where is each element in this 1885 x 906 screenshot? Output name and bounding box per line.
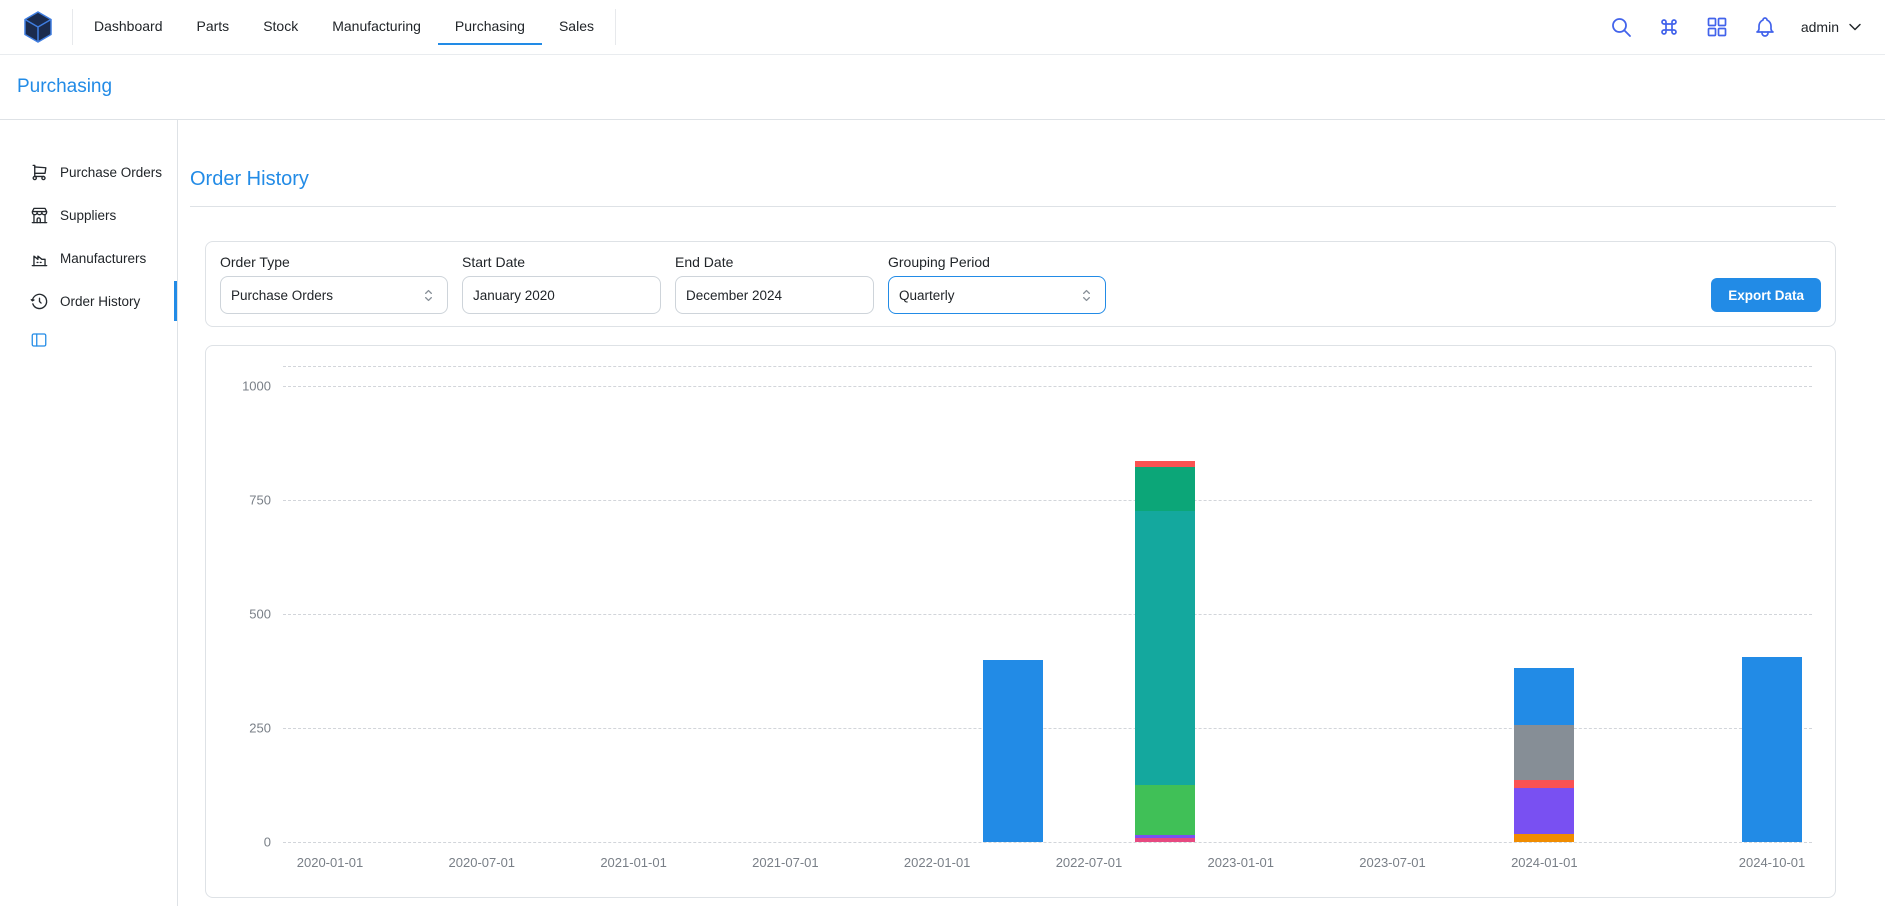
main-panel: Order History Order Type Purchase Orders… bbox=[178, 120, 1885, 906]
gridline bbox=[283, 842, 1812, 843]
x-tick-label: 2024-10-01 bbox=[1739, 855, 1806, 870]
gridline bbox=[283, 614, 1812, 615]
bar-segment bbox=[1742, 657, 1802, 842]
x-tick-label: 2022-07-01 bbox=[1056, 855, 1123, 870]
chevron-updown-icon bbox=[1078, 287, 1095, 304]
stacked-bar-2022-10-01[interactable] bbox=[1135, 366, 1195, 842]
plot-top-line bbox=[283, 366, 1812, 367]
top-navbar: Dashboard Parts Stock Manufacturing Purc… bbox=[0, 0, 1885, 55]
order-type-field: Order Type Purchase Orders bbox=[220, 254, 448, 314]
chart-plot: 025050075010002020-01-012020-07-012021-0… bbox=[283, 366, 1812, 842]
tab-dashboard[interactable]: Dashboard bbox=[77, 9, 180, 45]
bar-segment bbox=[1514, 788, 1574, 834]
bar-segment bbox=[1135, 835, 1195, 838]
grouping-period-select[interactable]: Quarterly bbox=[888, 276, 1106, 314]
end-date-input[interactable] bbox=[675, 276, 874, 314]
start-date-label: Start Date bbox=[462, 254, 661, 270]
x-tick-label: 2021-01-01 bbox=[600, 855, 667, 870]
y-tick-label: 250 bbox=[249, 721, 271, 736]
bar-segment bbox=[1514, 668, 1574, 725]
start-date-input[interactable] bbox=[462, 276, 661, 314]
tab-parts[interactable]: Parts bbox=[180, 9, 247, 45]
sidebar-item-label: Purchase Orders bbox=[60, 165, 162, 180]
gridline bbox=[283, 386, 1812, 387]
sidebar-item-purchase-orders[interactable]: Purchase Orders bbox=[0, 152, 177, 192]
gridline bbox=[283, 500, 1812, 501]
sidebar-item-order-history[interactable]: Order History bbox=[0, 281, 177, 321]
bell-icon[interactable] bbox=[1753, 15, 1777, 39]
x-tick-label: 2023-07-01 bbox=[1359, 855, 1426, 870]
layout-sidebar-icon[interactable] bbox=[30, 331, 48, 349]
navbar-actions: admin bbox=[1609, 15, 1865, 39]
chevron-down-icon bbox=[1845, 17, 1865, 37]
bar-segment bbox=[1514, 725, 1574, 780]
sidebar: Purchase Orders Suppliers Manufacturers bbox=[0, 120, 178, 906]
sidebar-item-label: Order History bbox=[60, 294, 140, 309]
user-name: admin bbox=[1801, 19, 1839, 35]
sidebar-item-label: Manufacturers bbox=[60, 251, 146, 266]
factory-icon bbox=[30, 249, 49, 268]
x-tick-label: 2024-01-01 bbox=[1511, 855, 1578, 870]
bar-segment bbox=[1135, 838, 1195, 842]
store-icon bbox=[30, 206, 49, 225]
y-tick-label: 500 bbox=[249, 607, 271, 622]
y-tick-label: 1000 bbox=[242, 379, 271, 394]
order-type-select[interactable]: Purchase Orders bbox=[220, 276, 448, 314]
panel-title: Order History bbox=[190, 168, 1836, 191]
inventree-logo-icon[interactable] bbox=[20, 9, 56, 45]
end-date-field: End Date bbox=[675, 254, 874, 314]
qr-grid-icon[interactable] bbox=[1705, 15, 1729, 39]
stacked-bar-2024-10-01[interactable] bbox=[1742, 366, 1802, 842]
chevron-updown-icon bbox=[420, 287, 437, 304]
grouping-period-label: Grouping Period bbox=[888, 254, 1106, 270]
stacked-bar-2022-04-01[interactable] bbox=[983, 366, 1043, 842]
end-date-label: End Date bbox=[675, 254, 874, 270]
sidebar-item-label: Suppliers bbox=[60, 208, 116, 223]
tab-stock[interactable]: Stock bbox=[246, 9, 315, 45]
tab-sales[interactable]: Sales bbox=[542, 9, 611, 45]
x-tick-label: 2020-07-01 bbox=[449, 855, 516, 870]
order-type-value: Purchase Orders bbox=[231, 288, 333, 303]
bar-segment bbox=[1135, 511, 1195, 785]
order-type-label: Order Type bbox=[220, 254, 448, 270]
y-tick-label: 0 bbox=[264, 835, 271, 850]
sidebar-item-manufacturers[interactable]: Manufacturers bbox=[0, 238, 177, 278]
export-data-button[interactable]: Export Data bbox=[1711, 278, 1821, 312]
tab-manufacturing[interactable]: Manufacturing bbox=[315, 9, 438, 45]
gridline bbox=[283, 728, 1812, 729]
bar-segment bbox=[983, 660, 1043, 842]
bar-segment bbox=[1514, 834, 1574, 842]
sidebar-item-suppliers[interactable]: Suppliers bbox=[0, 195, 177, 235]
y-tick-label: 750 bbox=[249, 493, 271, 508]
bar-segment bbox=[1135, 467, 1195, 512]
command-icon[interactable] bbox=[1657, 15, 1681, 39]
search-icon[interactable] bbox=[1609, 15, 1633, 39]
user-menu[interactable]: admin bbox=[1801, 17, 1865, 37]
grouping-period-field: Grouping Period Quarterly bbox=[888, 254, 1106, 314]
page-title: Purchasing bbox=[17, 76, 112, 98]
bar-segment bbox=[1514, 780, 1574, 788]
history-icon bbox=[30, 292, 49, 311]
page-header: Purchasing bbox=[0, 55, 1885, 120]
x-tick-label: 2022-01-01 bbox=[904, 855, 971, 870]
main-tabs: Dashboard Parts Stock Manufacturing Purc… bbox=[72, 9, 616, 45]
title-divider bbox=[190, 206, 1836, 207]
x-tick-label: 2020-01-01 bbox=[297, 855, 364, 870]
bar-segment bbox=[1135, 461, 1195, 466]
start-date-field: Start Date bbox=[462, 254, 661, 314]
x-tick-label: 2023-01-01 bbox=[1207, 855, 1274, 870]
x-tick-label: 2021-07-01 bbox=[752, 855, 819, 870]
bar-segment bbox=[1135, 785, 1195, 835]
cart-icon bbox=[30, 163, 49, 182]
grouping-period-value: Quarterly bbox=[899, 288, 955, 303]
filter-panel: Order Type Purchase Orders Start Date En… bbox=[205, 241, 1836, 327]
tab-purchasing[interactable]: Purchasing bbox=[438, 9, 542, 45]
chart-panel: 0 250 500 750 1000 2020-01-01 2020-07-01 2021-0… bbox=[205, 345, 1836, 898]
stacked-bar-2024-01-01[interactable] bbox=[1514, 366, 1574, 842]
